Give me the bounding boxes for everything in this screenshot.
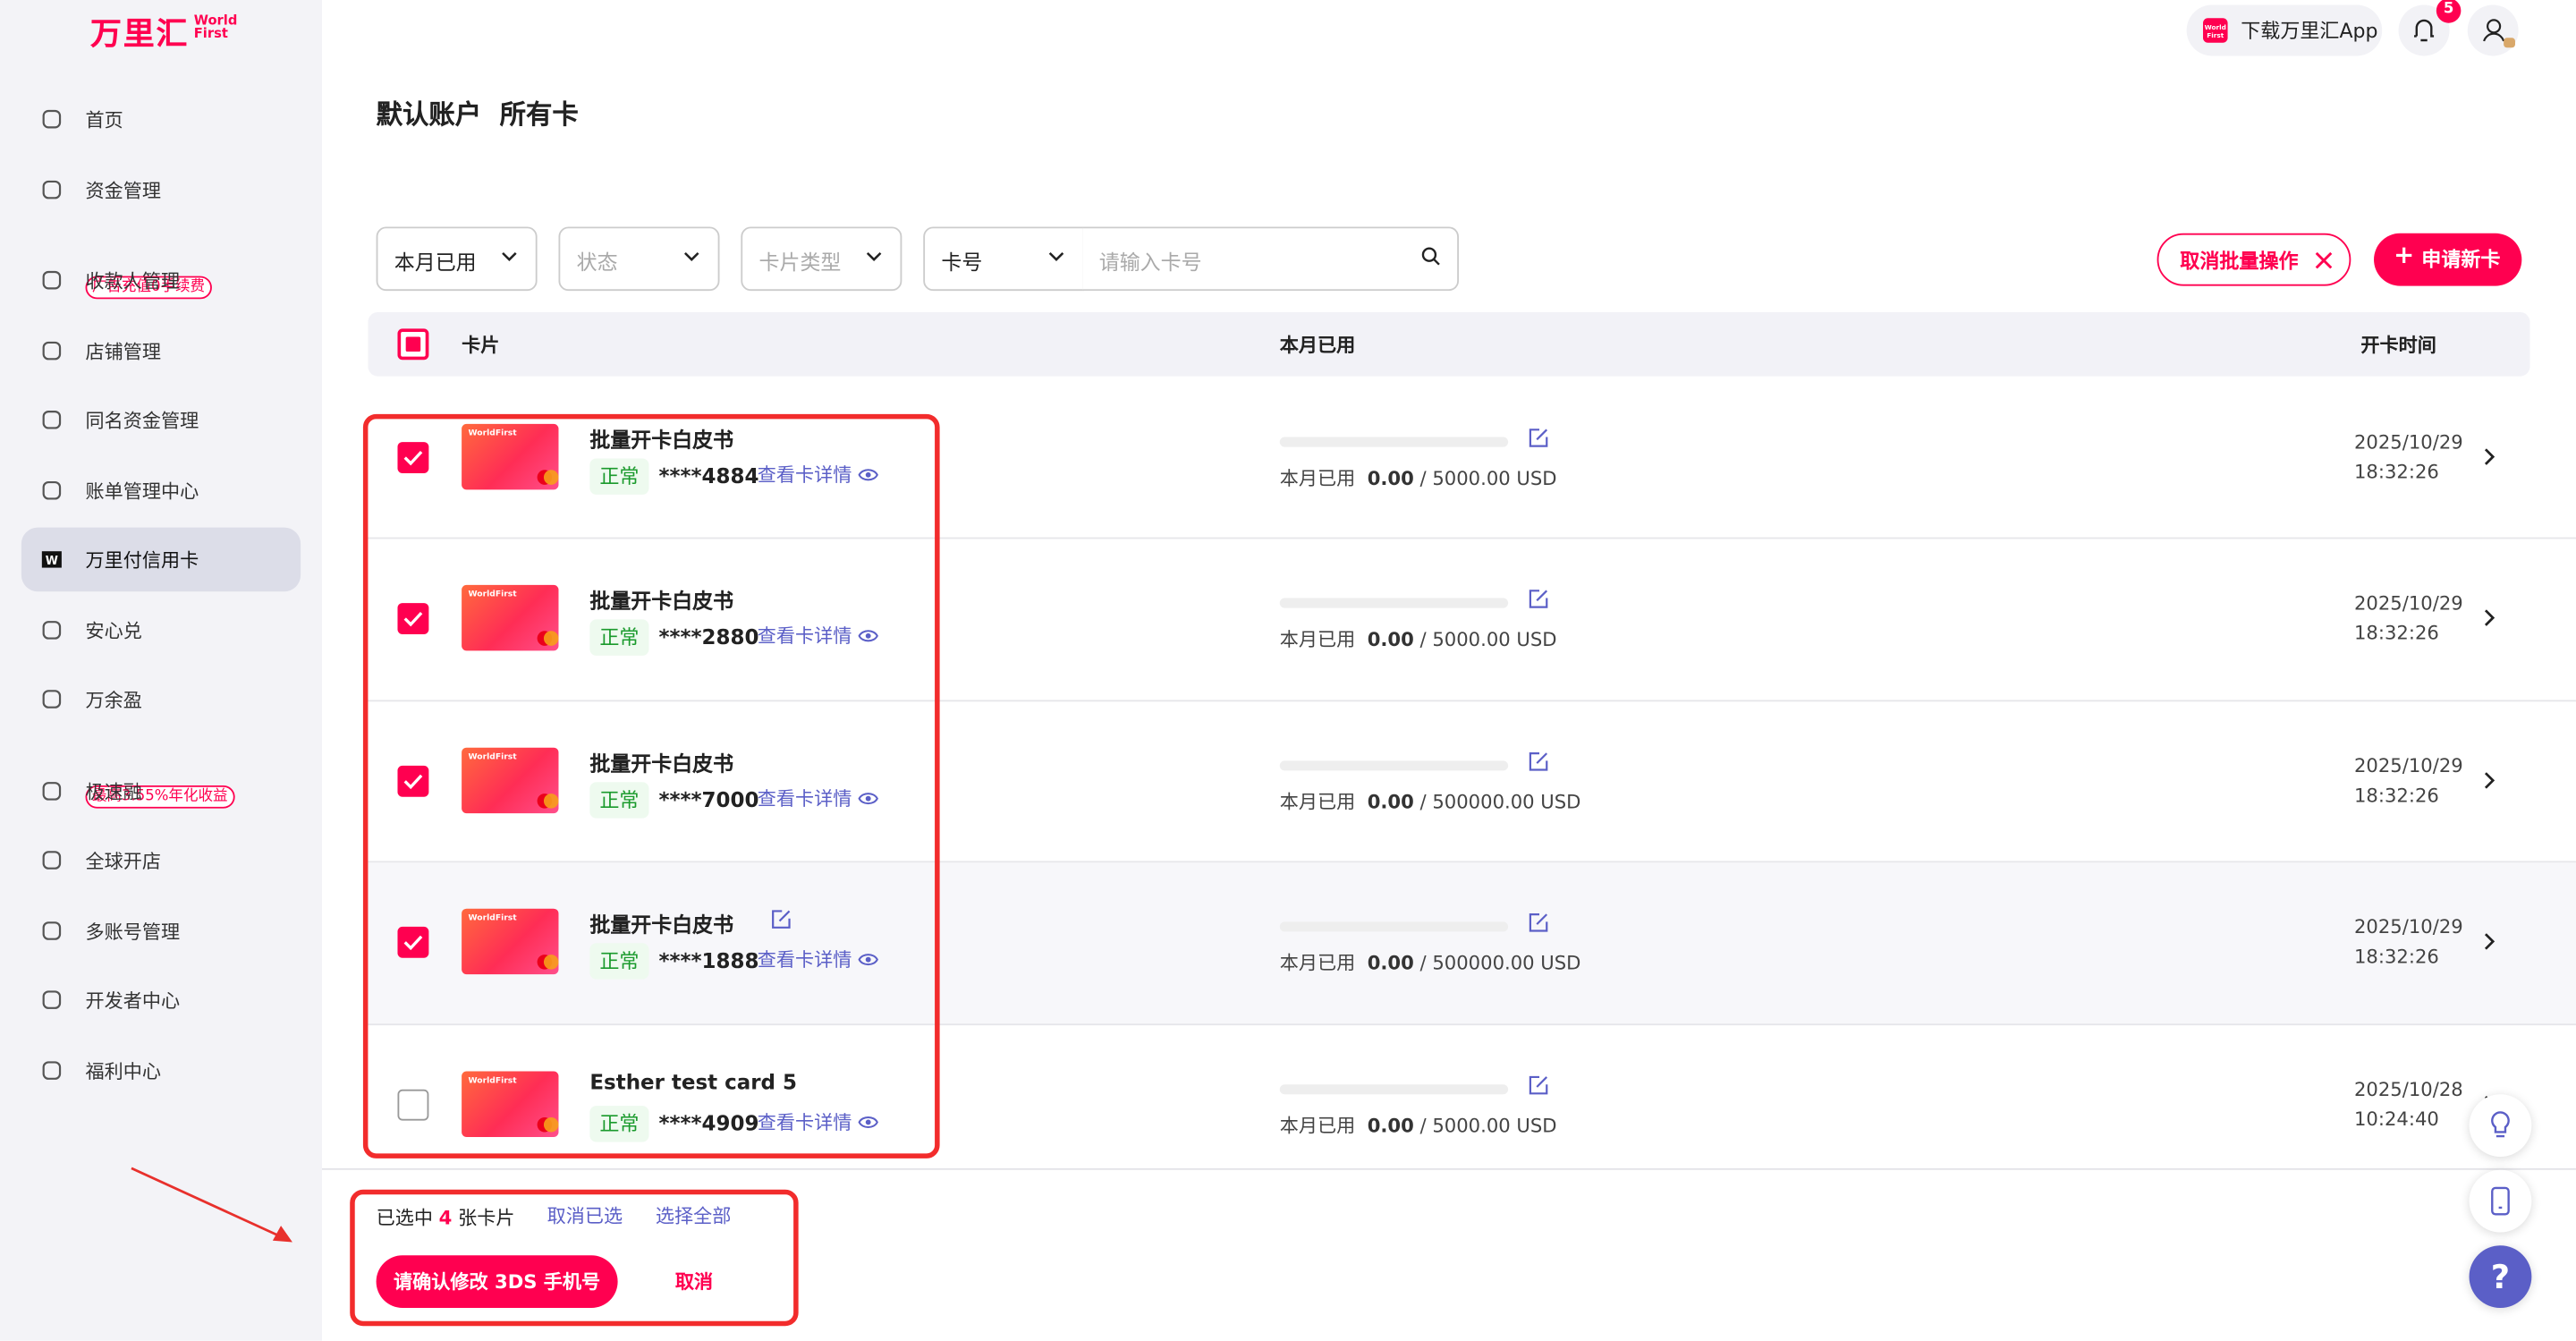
vip-gem-icon — [2504, 38, 2515, 47]
sidebar-item-7[interactable]: 安心兑 — [21, 598, 301, 663]
spend-text: 本月已用 0.00 / 500000.00 USD — [1280, 950, 1581, 976]
sidebar-item-3[interactable]: 店铺管理 — [21, 318, 301, 383]
gift-icon — [41, 1060, 63, 1082]
status-filter-select[interactable]: 状态 — [558, 226, 719, 291]
spend-progress-bar — [1280, 437, 1508, 447]
sidebar-item-1[interactable]: 资金管理 — [21, 157, 301, 222]
sidebar-item-11[interactable]: 多账号管理 — [21, 899, 301, 963]
developer-icon — [41, 989, 63, 1011]
spend-text: 本月已用 0.00 / 5000.00 USD — [1280, 1112, 1557, 1138]
spend-text: 本月已用 0.00 / 500000.00 USD — [1280, 789, 1581, 815]
sidebar-item-0[interactable]: 首页 — [21, 87, 301, 151]
edit-icon[interactable] — [1528, 912, 1549, 933]
chevron-right-icon[interactable] — [2479, 608, 2499, 628]
chevron-down-icon — [499, 247, 519, 267]
mobile-button[interactable] — [2470, 1170, 2532, 1233]
open-date: 2025/10/2918:32:26 — [2354, 589, 2463, 648]
bill-icon — [41, 480, 63, 501]
search-field-select[interactable]: 卡号 — [923, 226, 1084, 291]
multi-account-icon — [41, 921, 63, 942]
sidebar-item-5[interactable]: 账单管理中心 — [21, 458, 301, 522]
card-number-search-input[interactable]: 请输入卡号 — [1082, 226, 1459, 291]
notification-badge: 5 — [2436, 0, 2462, 23]
same-name-funds-icon — [41, 409, 63, 430]
sidebar-item-13[interactable]: 福利中心 — [21, 1039, 301, 1103]
sidebar-item-6[interactable]: W万里付信用卡 — [21, 528, 301, 592]
open-date: 2025/10/2918:32:26 — [2354, 428, 2463, 487]
app-icon: WorldFirst — [2203, 18, 2228, 43]
w-card-icon: W — [41, 548, 63, 570]
sidebar-item-10[interactable]: 全球开店 — [21, 828, 301, 893]
edit-icon[interactable] — [1528, 1074, 1549, 1096]
spend-progress-bar — [1280, 598, 1508, 608]
table-header: 卡片 本月已用 开卡时间 — [368, 312, 2529, 377]
highlight-box-batch-actions — [350, 1190, 798, 1326]
user-avatar-button[interactable] — [2468, 5, 2519, 56]
home-icon — [41, 108, 63, 130]
chevron-down-icon — [682, 247, 701, 267]
bell-icon — [2411, 16, 2436, 42]
spend-text: 本月已用 0.00 / 5000.00 USD — [1280, 465, 1557, 491]
open-date: 2025/10/2918:32:26 — [2354, 751, 2463, 810]
apply-new-card-button[interactable]: +申请新卡 — [2374, 233, 2521, 286]
chevron-right-icon[interactable] — [2479, 447, 2499, 467]
user-icon — [2480, 16, 2506, 42]
edit-icon[interactable] — [1528, 589, 1549, 610]
open-date: 2025/10/2918:32:26 — [2354, 912, 2463, 971]
spend-progress-bar — [1280, 1084, 1508, 1094]
edit-icon[interactable] — [1528, 428, 1549, 449]
sidebar-item-8[interactable]: 万余盈 — [21, 667, 301, 732]
payee-icon — [41, 269, 63, 291]
finance-icon — [41, 780, 63, 802]
chevron-down-icon — [1046, 247, 1066, 267]
shield-icon — [41, 689, 63, 710]
chevron-down-icon — [864, 247, 884, 267]
card-type-filter-select[interactable]: 卡片类型 — [741, 226, 902, 291]
spend-progress-bar — [1280, 921, 1508, 931]
sidebar-item-2[interactable]: 收款人管理 — [21, 248, 301, 312]
lightbulb-icon — [2487, 1111, 2513, 1141]
exchange-icon — [41, 619, 63, 641]
chevron-right-icon[interactable] — [2479, 770, 2499, 790]
store-icon — [41, 340, 63, 361]
phone-icon — [2489, 1186, 2512, 1216]
spend-text: 本月已用 0.00 / 5000.00 USD — [1280, 626, 1557, 652]
sidebar: 万里汇WorldFirst 首页资金管理广告充值0手续费收款人管理店铺管理同名资… — [0, 0, 322, 1341]
page-title: 默认账户 所有卡 — [377, 92, 579, 132]
plus-icon: + — [2394, 240, 2414, 269]
select-all-checkbox[interactable] — [397, 328, 428, 360]
spend-progress-bar — [1280, 760, 1508, 770]
upload-circle-icon — [41, 179, 63, 200]
sidebar-item-12[interactable]: 开发者中心 — [21, 968, 301, 1032]
search-icon[interactable] — [1421, 247, 1441, 267]
global-store-icon — [41, 850, 63, 871]
spend-filter-select[interactable]: 本月已用 — [377, 226, 538, 291]
sidebar-item-9[interactable]: 极速融 — [21, 760, 301, 824]
logo[interactable]: 万里汇WorldFirst — [90, 10, 237, 55]
notification-button[interactable]: 5 — [2399, 5, 2450, 56]
download-app-button[interactable]: WorldFirst 下载万里汇App — [2187, 5, 2383, 56]
annotation-arrow — [128, 1163, 299, 1249]
chevron-right-icon[interactable] — [2479, 931, 2499, 951]
help-icon: ? — [2491, 1257, 2510, 1296]
tips-button[interactable] — [2470, 1094, 2532, 1157]
help-button[interactable]: ? — [2470, 1245, 2532, 1308]
highlight-box-selected-cards — [363, 414, 940, 1159]
edit-icon[interactable] — [1528, 751, 1549, 772]
svg-text:W: W — [46, 555, 58, 568]
close-icon — [2315, 251, 2333, 269]
sidebar-item-4[interactable]: 同名资金管理 — [21, 387, 301, 452]
open-date: 2025/10/2810:24:40 — [2354, 1074, 2463, 1133]
cancel-batch-button[interactable]: 取消批量操作 — [2157, 233, 2351, 286]
